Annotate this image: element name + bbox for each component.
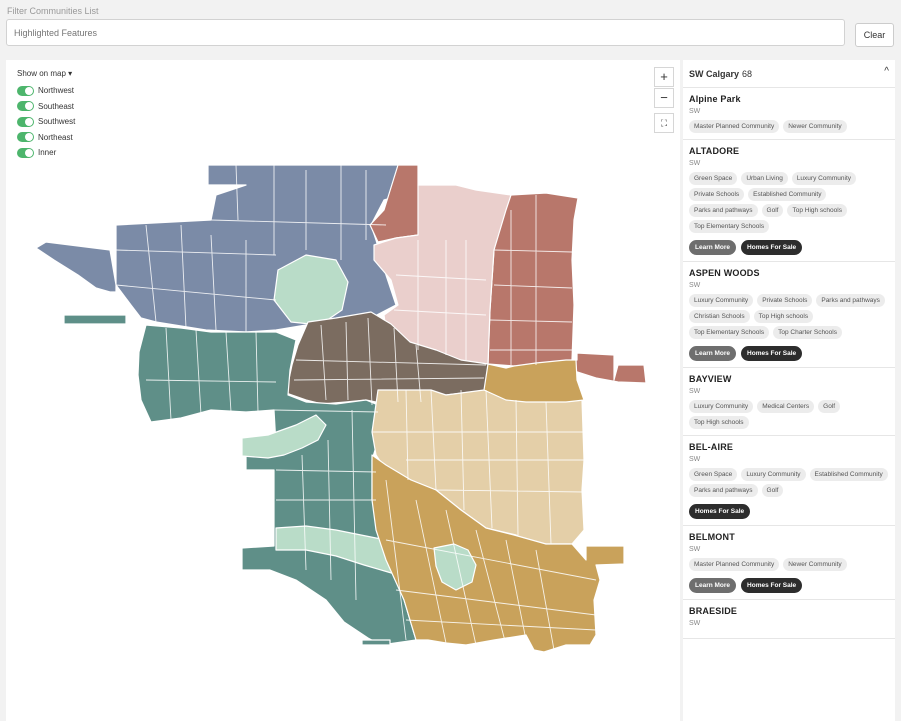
region-northwest xyxy=(35,164,402,333)
action-buttons: Learn More Homes For Sale xyxy=(689,346,889,361)
tag-list: Green Space Urban Living Luxury Community P… xyxy=(689,172,889,233)
feature-tag[interactable]: Newer Community xyxy=(783,120,847,133)
community-name[interactable]: BEL-AIRE xyxy=(689,442,889,452)
action-buttons: Learn More Homes For Sale xyxy=(689,578,889,593)
community-item[interactable]: BELMONT SW Master Planned Community Newer C… xyxy=(683,526,895,600)
community-sidebar[interactable]: SW Calgary 68 ^ Alpine Park SW Master Plan… xyxy=(683,60,895,721)
community-quadrant: SW xyxy=(689,388,701,395)
community-item[interactable]: ASPEN WOODS SW Luxury Community Private Sch… xyxy=(683,262,895,368)
community-name[interactable]: BRAESIDE xyxy=(689,606,889,616)
tag-list: Master Planned Community Newer Community xyxy=(689,120,889,133)
feature-tag[interactable]: Green Space xyxy=(689,468,738,481)
homes-for-sale-button[interactable]: Homes For Sale xyxy=(741,346,803,361)
feature-tag[interactable]: Parks and pathways xyxy=(689,204,758,217)
community-item[interactable]: ALTADORE SW Green Space Urban Living Luxury … xyxy=(683,140,895,262)
community-quadrant: SW xyxy=(689,160,701,167)
feature-tag[interactable]: Green Space xyxy=(689,172,738,185)
tag-list: Luxury Community Medical Centers Golf Top H… xyxy=(689,400,889,429)
feature-tag[interactable]: Top Charter Schools xyxy=(773,326,842,339)
feature-tag[interactable]: Golf xyxy=(761,484,784,497)
community-quadrant: SW xyxy=(689,620,701,627)
community-item[interactable]: BEL-AIRE SW Green Space Luxury Community Est… xyxy=(683,436,895,526)
action-buttons: Homes For Sale xyxy=(689,504,889,519)
feature-tag[interactable]: Established Community xyxy=(748,188,827,201)
community-name[interactable]: BAYVIEW xyxy=(689,374,889,384)
community-item[interactable]: BAYVIEW SW Luxury Community Medical Centers… xyxy=(683,368,895,436)
feature-tag[interactable]: Master Planned Community xyxy=(689,120,780,133)
filter-input[interactable] xyxy=(6,19,845,46)
feature-tag[interactable]: Urban Living xyxy=(741,172,788,185)
homes-for-sale-button[interactable]: Homes For Sale xyxy=(741,578,803,593)
region-northwest-tail xyxy=(63,314,127,325)
feature-tag[interactable]: Top Elementary Schools xyxy=(689,326,770,339)
sidebar-count: 68 xyxy=(742,68,753,79)
feature-tag[interactable]: Top High schools xyxy=(787,204,847,217)
feature-tag[interactable]: Medical Centers xyxy=(757,400,815,413)
community-name[interactable]: Alpine Park xyxy=(689,94,889,104)
tag-list: Luxury Community Private Schools Parks and… xyxy=(689,294,889,339)
feature-tag[interactable]: Luxury Community xyxy=(689,294,754,307)
community-quadrant: SW xyxy=(689,546,701,553)
feature-tag[interactable]: Private Schools xyxy=(689,188,745,201)
feature-tag[interactable]: Golf xyxy=(761,204,784,217)
feature-tag[interactable]: Parks and pathways xyxy=(816,294,885,307)
homes-for-sale-button[interactable]: Homes For Sale xyxy=(741,240,803,255)
community-name[interactable]: BELMONT xyxy=(689,532,889,542)
homes-for-sale-button[interactable]: Homes For Sale xyxy=(689,504,751,519)
feature-tag[interactable]: Top High schools xyxy=(753,310,814,323)
feature-tag[interactable]: Top Elementary Schools xyxy=(689,220,770,233)
sidebar-title: SW Calgary xyxy=(689,68,740,79)
community-item[interactable]: BRAESIDE SW xyxy=(683,600,895,639)
community-item[interactable]: Alpine Park SW Master Planned Community New… xyxy=(683,88,895,140)
feature-tag[interactable]: Parks and pathways xyxy=(689,484,758,497)
feature-tag[interactable]: Luxury Community xyxy=(741,468,806,481)
tag-list: Master Planned Community Newer Community xyxy=(689,558,889,571)
feature-tag[interactable]: Newer Community xyxy=(783,558,847,571)
community-quadrant: SW xyxy=(689,108,701,115)
sidebar-header[interactable]: SW Calgary 68 ^ xyxy=(683,60,895,88)
clear-button[interactable]: Clear xyxy=(855,23,894,47)
feature-tag[interactable]: Luxury Community xyxy=(689,400,754,413)
feature-tag[interactable]: Christian Schools xyxy=(689,310,750,323)
feature-tag[interactable]: Master Planned Community xyxy=(689,558,780,571)
learn-more-button[interactable]: Learn More xyxy=(689,240,737,255)
community-quadrant: SW xyxy=(689,282,701,289)
calgary-map[interactable] xyxy=(6,60,680,721)
feature-tag[interactable]: Top High schools xyxy=(689,416,749,429)
feature-tag[interactable]: Luxury Community xyxy=(791,172,856,185)
community-name[interactable]: ALTADORE xyxy=(689,146,889,156)
map-panel[interactable]: Show on map ▾ Northwest Southeast Southw… xyxy=(6,60,680,721)
feature-tag[interactable]: Golf xyxy=(818,400,841,413)
region-sw-tail xyxy=(361,639,391,646)
feature-tag[interactable]: Private Schools xyxy=(757,294,813,307)
community-list: Alpine Park SW Master Planned Community New… xyxy=(683,88,895,639)
learn-more-button[interactable]: Learn More xyxy=(689,578,737,593)
region-se-northpoint xyxy=(483,359,585,403)
community-name[interactable]: ASPEN WOODS xyxy=(689,268,889,278)
chevron-up-icon[interactable]: ^ xyxy=(884,66,889,77)
action-buttons: Learn More Homes For Sale xyxy=(689,240,889,255)
community-quadrant: SW xyxy=(689,456,701,463)
tag-list: Green Space Luxury Community Established C… xyxy=(689,468,889,497)
feature-tag[interactable]: Established Community xyxy=(809,468,888,481)
filter-label: Filter Communities List xyxy=(7,6,99,16)
learn-more-button[interactable]: Learn More xyxy=(689,346,737,361)
